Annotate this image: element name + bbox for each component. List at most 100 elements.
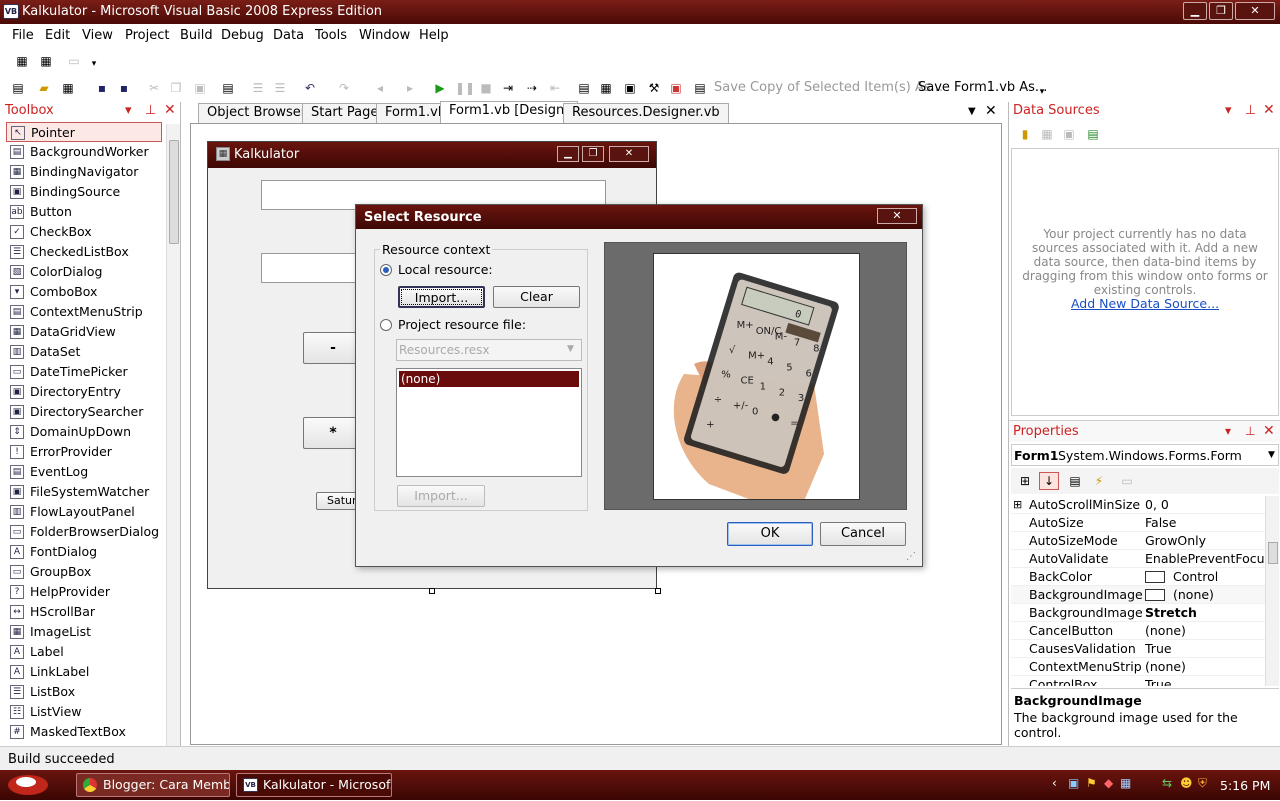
solution-explorer-icon[interactable]: ▤: [576, 80, 592, 96]
toolbox-item-dataset[interactable]: ▥ DataSet: [6, 342, 162, 362]
tray-flag-icon[interactable]: ⚑: [1086, 776, 1097, 790]
property-row[interactable]: CancelButton (none): [1011, 622, 1275, 640]
property-row[interactable]: CausesValidation True: [1011, 640, 1275, 658]
object-browser-icon[interactable]: ▣: [622, 80, 638, 96]
resize-handle-bottom[interactable]: [429, 588, 435, 594]
tray-network-icon[interactable]: ▦: [1120, 776, 1131, 790]
toolbox-item-folderbrowserdialog[interactable]: ▭ FolderBrowserDialog: [6, 522, 162, 542]
step-into-icon[interactable]: ⇥: [500, 80, 516, 96]
menu-view[interactable]: View: [82, 28, 113, 43]
menu-tools[interactable]: Tools: [315, 28, 347, 43]
form-multiply-button[interactable]: *: [303, 417, 363, 449]
events-icon[interactable]: ⚡: [1091, 473, 1107, 489]
expand-icon[interactable]: ⊞: [1013, 496, 1022, 514]
menu-file[interactable]: File: [12, 28, 34, 43]
property-row[interactable]: AutoSizeMode GrowOnly: [1011, 532, 1275, 550]
menu-data[interactable]: Data: [273, 28, 304, 43]
resource-listbox[interactable]: (none): [396, 368, 582, 477]
toolbox-item-groupbox[interactable]: ▭ GroupBox: [6, 562, 162, 582]
start-debugging-icon[interactable]: ▶: [432, 80, 448, 96]
project-resource-label[interactable]: Project resource file:: [398, 317, 526, 332]
cancel-button[interactable]: Cancel: [820, 522, 906, 546]
toolbox-item-directoryentry[interactable]: ▣ DirectoryEntry: [6, 382, 162, 402]
property-value[interactable]: Stretch: [1145, 604, 1273, 622]
start-button[interactable]: [4, 772, 54, 798]
tray-expand-icon[interactable]: ‹: [1052, 776, 1057, 790]
toolbox-item-backgroundworker[interactable]: ▤ BackgroundWorker: [6, 142, 162, 162]
step-over-icon[interactable]: ⇢: [524, 80, 540, 96]
toolbox-item-datagridview[interactable]: ▦ DataGridView: [6, 322, 162, 342]
datasources-dropdown-icon[interactable]: ▾: [1225, 103, 1232, 118]
toolbox-pin-icon[interactable]: ⊥: [145, 103, 156, 118]
toolbox-item-contextmenustrip[interactable]: ▤ ContextMenuStrip: [6, 302, 162, 322]
property-value[interactable]: True: [1145, 676, 1273, 686]
toolbar-overflow-icon[interactable]: ▾: [86, 56, 102, 72]
toolbox-item-checkbox[interactable]: ✓ CheckBox: [6, 222, 162, 242]
property-value[interactable]: (none): [1145, 622, 1273, 640]
property-value[interactable]: Control: [1145, 568, 1273, 586]
toolbar2-overflow-icon[interactable]: ▾: [1034, 84, 1050, 100]
clear-button[interactable]: Clear: [493, 286, 580, 308]
align-grid-icon[interactable]: ▦: [14, 53, 30, 69]
toolbox-item-fontdialog[interactable]: A FontDialog: [6, 542, 162, 562]
datasources-pin-icon[interactable]: ⊥: [1245, 103, 1256, 118]
tray-security-icon[interactable]: ⛨: [1198, 776, 1207, 791]
property-value[interactable]: 0, 0: [1145, 496, 1273, 514]
taskbar-item-kalkulator[interactable]: VB Kalkulator - Microsof...: [236, 773, 392, 797]
tray-shield-icon[interactable]: ◆: [1104, 776, 1113, 790]
resource-file-combo[interactable]: Resources.resx ▼: [396, 339, 582, 361]
property-grid-scrollbar[interactable]: [1265, 496, 1279, 686]
property-value[interactable]: GrowOnly: [1145, 532, 1273, 550]
property-value[interactable]: EnablePreventFocusCh: [1145, 550, 1273, 568]
properties-dropdown-icon[interactable]: ▾: [1225, 424, 1231, 438]
close-button[interactable]: ✕: [1235, 2, 1275, 20]
form-minus-button[interactable]: -: [303, 332, 363, 364]
find-icon[interactable]: ▤: [220, 80, 236, 96]
property-value[interactable]: True: [1145, 640, 1273, 658]
toolbox-item-datetimepicker[interactable]: ▭ DateTimePicker: [6, 362, 162, 382]
size-grid-icon[interactable]: ▦: [38, 53, 54, 69]
toolbox-scrollbar[interactable]: [166, 124, 180, 746]
property-row[interactable]: BackgroundImageLaStretch: [1011, 604, 1275, 622]
toolbox-item-linklabel[interactable]: A LinkLabel: [6, 662, 162, 682]
property-row[interactable]: ControlBox True: [1011, 676, 1275, 686]
properties-pin-icon[interactable]: ⊥: [1245, 424, 1255, 438]
add-item-icon[interactable]: ▦: [60, 80, 76, 96]
listbox-item-none[interactable]: (none): [399, 371, 579, 387]
save-all-icon[interactable]: ▪: [116, 80, 132, 96]
toolbox-item-bindingsource[interactable]: ▣ BindingSource: [6, 182, 162, 202]
toolbox-item-listview[interactable]: ☷ ListView: [6, 702, 162, 722]
project-resource-radio[interactable]: [380, 319, 392, 331]
properties-window-icon[interactable]: ▦: [598, 80, 614, 96]
properties-close-icon[interactable]: ✕: [1263, 423, 1275, 439]
menu-edit[interactable]: Edit: [45, 28, 70, 43]
properties-view-icon[interactable]: ▤: [1067, 473, 1083, 489]
close-document-icon[interactable]: ✕: [985, 103, 997, 119]
property-row[interactable]: ⊞ AutoScrollMinSize 0, 0: [1011, 496, 1275, 514]
toolbox-item-eventlog[interactable]: ▤ EventLog: [6, 462, 162, 482]
dialog-resize-grip-icon[interactable]: ⋰: [906, 551, 916, 562]
toolbox-item-maskedtextbox[interactable]: # MaskedTextBox: [6, 722, 162, 742]
open-file-icon[interactable]: ▰: [36, 80, 52, 96]
tab-list-dropdown-icon[interactable]: ▼: [968, 106, 976, 117]
toolbox-item-imagelist[interactable]: ▦ ImageList: [6, 622, 162, 642]
vb-app-icon[interactable]: VB: [3, 4, 19, 19]
tray-users-icon[interactable]: ☻: [1180, 776, 1193, 790]
object-selector[interactable]: Form1 System.Windows.Forms.Form ▼: [1011, 444, 1279, 466]
tab-form1-design[interactable]: Form1.vb [Design]: [440, 101, 579, 123]
toolbox-item-errorprovider[interactable]: ! ErrorProvider: [6, 442, 162, 462]
save-icon[interactable]: ▪: [94, 80, 110, 96]
toolbox-item-colordialog[interactable]: ▧ ColorDialog: [6, 262, 162, 282]
categorized-icon[interactable]: ⊞: [1017, 473, 1033, 489]
menu-project[interactable]: Project: [125, 28, 169, 43]
property-value[interactable]: (none): [1145, 586, 1273, 604]
add-datasource-icon[interactable]: ▮: [1017, 126, 1033, 142]
undo-icon[interactable]: ↶: [302, 80, 318, 96]
property-value[interactable]: False: [1145, 514, 1273, 532]
toolbox-item-flowlayoutpanel[interactable]: ▥ FlowLayoutPanel: [6, 502, 162, 522]
property-row[interactable]: AutoValidate EnablePreventFocusCh: [1011, 550, 1275, 568]
toolbox-item-hscrollbar[interactable]: ↔ HScrollBar: [6, 602, 162, 622]
dialog-close-button[interactable]: ✕: [877, 208, 917, 224]
maximize-button[interactable]: ❐: [1209, 2, 1233, 20]
local-resource-radio[interactable]: [380, 264, 392, 276]
